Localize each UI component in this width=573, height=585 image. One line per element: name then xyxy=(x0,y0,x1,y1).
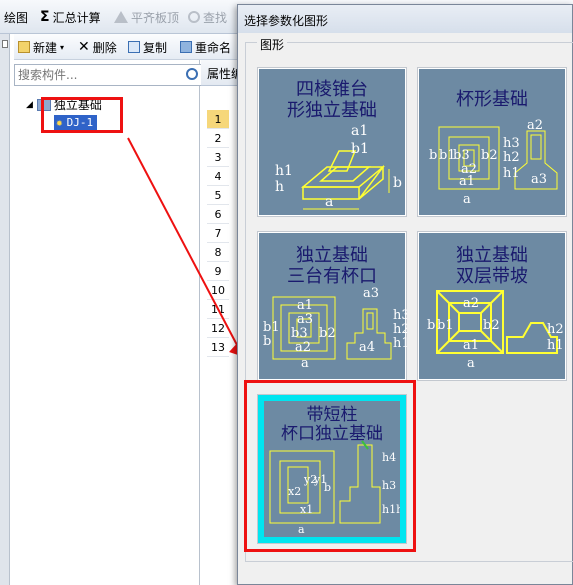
svg-text:b: b xyxy=(263,334,271,349)
svg-text:b3: b3 xyxy=(453,148,470,163)
svg-text:a4: a4 xyxy=(359,340,375,355)
svg-text:a2: a2 xyxy=(463,296,479,311)
svg-text:h2: h2 xyxy=(547,322,564,337)
svg-text:h2: h2 xyxy=(503,150,520,165)
svg-text:b3: b3 xyxy=(291,326,308,341)
svg-text:a3: a3 xyxy=(363,286,379,301)
svg-text:a1: a1 xyxy=(463,338,479,353)
svg-text:h3: h3 xyxy=(393,308,407,323)
svg-text:b2: b2 xyxy=(319,326,336,341)
tile-cup-foundation[interactable]: 杯形基础 b b1 b3 b2 a2 a1 a a2 h3 h2 h1 a3 xyxy=(417,67,567,217)
svg-text:a1: a1 xyxy=(459,174,475,189)
svg-text:a3: a3 xyxy=(531,172,547,187)
svg-text:h: h xyxy=(275,179,284,195)
tile-double-slope-foundation[interactable]: 独立基础 双层带坡 a2 b b1 b2 a1 a h2 h1 xyxy=(417,231,567,381)
svg-text:a2: a2 xyxy=(295,340,311,355)
shape-group-label: 图形 xyxy=(257,36,288,53)
svg-text:b1: b1 xyxy=(263,320,280,335)
svg-text:h1: h1 xyxy=(547,338,564,353)
svg-text:b1: b1 xyxy=(437,318,454,333)
double-slope-drawing: a2 b b1 b2 a1 a h2h1 xyxy=(427,290,564,371)
svg-text:b2: b2 xyxy=(483,318,500,333)
svg-text:b: b xyxy=(427,318,435,333)
svg-text:h1: h1 xyxy=(503,166,520,181)
svg-text:a: a xyxy=(467,356,475,371)
svg-text:a1: a1 xyxy=(297,298,313,313)
svg-text:h2: h2 xyxy=(393,322,407,337)
svg-text:h1: h1 xyxy=(393,336,407,351)
svg-text:b2: b2 xyxy=(481,148,498,163)
svg-text:a: a xyxy=(301,356,309,371)
svg-text:h1: h1 xyxy=(275,163,293,179)
cup-foundation-drawing: b b1b3 b2 a2a1a a2h3h2h1 a3 xyxy=(429,118,558,207)
svg-text:h3: h3 xyxy=(503,136,520,151)
tile-three-step-cup-foundation[interactable]: 独立基础 三台有杯口 a1 a3 b1 b b3 b2 a2 a a3 h3 h2 h1 a4 xyxy=(257,231,407,381)
svg-text:a: a xyxy=(325,194,333,210)
svg-text:a1: a1 xyxy=(351,123,368,139)
svg-text:a2: a2 xyxy=(527,118,543,133)
three-step-drawing: a1a3b1b b3 b2a2a a3h3h2h1a4 xyxy=(263,286,407,371)
svg-text:b1: b1 xyxy=(351,141,369,157)
tile-pyramid-foundation[interactable]: 四棱锥台 形独立基础 a1 b1 h1 h ab xyxy=(257,67,407,217)
dialog-title: 选择参数化图形 xyxy=(238,5,572,33)
svg-text:a3: a3 xyxy=(297,312,313,327)
svg-text:a: a xyxy=(463,192,471,207)
svg-text:b: b xyxy=(393,175,402,191)
pyramid-drawing: a1 b1 h1h a b xyxy=(275,123,402,210)
highlight-box-selected-tile xyxy=(244,380,416,552)
svg-text:b: b xyxy=(429,148,437,163)
